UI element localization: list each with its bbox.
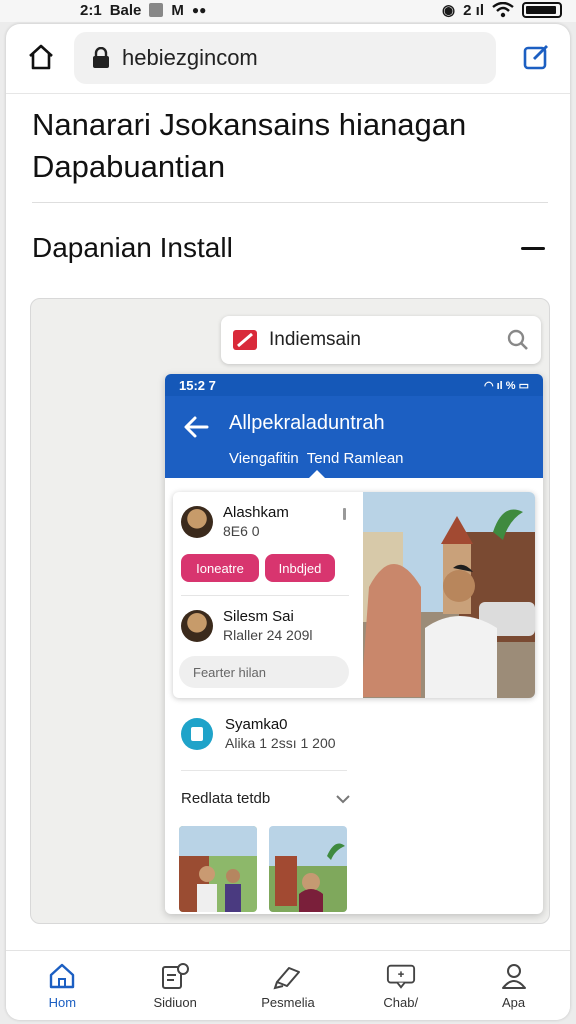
divider: [181, 595, 349, 596]
home-icon: [29, 44, 53, 70]
phone-title: Allpekraladuntrah: [229, 412, 385, 434]
back-arrow-icon[interactable]: [183, 414, 209, 440]
status-extra: M: [171, 1, 184, 19]
nav-label: Pesmelia: [261, 995, 315, 1010]
page-content: Nanarari Jsokansains hianagan Dapabuanti…: [6, 94, 570, 954]
feed-item-name: Silesm Sai: [223, 608, 294, 625]
minus-icon: [521, 246, 545, 250]
screen: 2:1 Bale M ●● ◉ 2 ıl hebiezgincom Nanara…: [0, 0, 576, 1024]
brand-logo-icon: [233, 330, 257, 350]
list-item-name: Syamka0: [225, 716, 288, 733]
search-icon[interactable]: [507, 329, 529, 351]
more-icon[interactable]: [343, 508, 346, 520]
address-bar: hebiezgincom: [6, 24, 570, 94]
status-carrier: Bale: [109, 1, 142, 19]
nav-label: Apa: [502, 995, 526, 1010]
feed-card-details: Alashkam 8E6 0 Ioneatre Inbdjed Silesm S…: [173, 492, 353, 698]
phone-app-header: Allpekraladuntrah Viengafitin Tend Ramle…: [165, 396, 543, 478]
nav-label: Hom: [48, 995, 77, 1010]
phone-status-icons: ◠ ıl % ▭: [483, 379, 529, 392]
nav-pesmelia[interactable]: Pesmelia: [243, 961, 333, 1010]
feed-item-1[interactable]: Alashkam 8E6 0: [181, 504, 289, 539]
avatar: [181, 609, 213, 642]
edit-icon: [523, 45, 548, 70]
comment-input[interactable]: Fearter hilan: [179, 656, 349, 688]
phone-tab-1[interactable]: Viengafitin: [229, 450, 299, 467]
notification-icon: [149, 3, 164, 17]
nav-sidiuon[interactable]: Sidiuon: [130, 961, 220, 1010]
tag-icon: [273, 961, 303, 991]
nav-apa[interactable]: Apa: [469, 961, 559, 1010]
feed-card: Alashkam 8E6 0 Ioneatre Inbdjed Silesm S…: [173, 492, 535, 698]
chat-icon: [386, 961, 416, 991]
status-left: 2:1 Bale M ●●: [80, 0, 206, 20]
status-bar: 2:1 Bale M ●● ◉ 2 ıl: [0, 0, 576, 22]
avatar: [181, 505, 213, 538]
thumbnail[interactable]: [269, 826, 347, 912]
phone-tab-2[interactable]: Tend Ramlean: [307, 450, 404, 467]
nav-label: Chab/: [383, 995, 419, 1010]
feed-item-name: Alashkam: [223, 504, 289, 521]
feed-item-2[interactable]: Silesm Sai Rlaller 24 209l: [181, 608, 313, 643]
chevron-down-icon[interactable]: [335, 794, 351, 804]
preview-search-text: Indiemsain: [269, 329, 361, 350]
phone-status-bar: 15:2 7 ◠ ıl % ▭: [165, 374, 543, 396]
nav-chab[interactable]: Chab/: [356, 961, 446, 1010]
url-text: hebiezgincom: [122, 45, 258, 70]
dots-icon: ●●: [191, 3, 207, 17]
photo-image: [363, 492, 535, 698]
feed-photo[interactable]: [363, 492, 535, 698]
preview-search-card[interactable]: Indiemsain: [221, 316, 541, 364]
feed-item-text: Alashkam 8E6 0: [223, 504, 289, 539]
browser-window: hebiezgincom Nanarari Jsokansains hianag…: [6, 24, 570, 1020]
divider: [32, 202, 548, 203]
url-field[interactable]: hebiezgincom: [74, 32, 496, 84]
list-item-text: Syamka0 Alika 1 2ssı 1 200: [225, 716, 336, 751]
feed-item-sub: Rlaller 24 209l: [223, 627, 313, 643]
app-icon: [181, 717, 213, 750]
recent-section-header[interactable]: Redlata tetdb: [181, 790, 351, 807]
action-button-2[interactable]: Inbdjed: [265, 554, 335, 582]
section-title: Dapanian Install: [32, 232, 233, 263]
action-button-1[interactable]: Ioneatre: [181, 554, 259, 582]
thumbnail-row: [179, 826, 347, 912]
status-time: 2:1: [80, 1, 102, 19]
phone-tabs: Viengafitin Tend Ramlean: [229, 450, 404, 467]
profile-icon: [499, 961, 529, 991]
nav-home[interactable]: Hom: [17, 961, 107, 1010]
lock-icon: [93, 47, 109, 68]
feed-item-sub: 8E6 0: [223, 523, 260, 539]
location-icon: ◉: [442, 2, 456, 19]
notes-icon: [160, 961, 190, 991]
thumbnail[interactable]: [179, 826, 257, 912]
recent-label: Redlata tetdb: [181, 790, 271, 807]
tab-indicator: [309, 470, 325, 478]
list-item-sub: Alika 1 2ssı 1 200: [225, 735, 336, 751]
signal-text: 2 ıl: [463, 1, 484, 19]
phone-time: 15:2 7: [179, 377, 216, 393]
battery-icon: [522, 2, 562, 18]
list-item[interactable]: Syamka0 Alika 1 2ssı 1 200: [181, 716, 336, 751]
home-icon: [47, 961, 77, 991]
wifi-icon: [492, 2, 514, 18]
edit-button[interactable]: [520, 41, 552, 73]
page-title: Nanarari Jsokansains hianagan Dapabuanti…: [32, 107, 467, 184]
thumbnail-image: [179, 826, 257, 912]
nav-label: Sidiuon: [153, 995, 197, 1010]
collapse-button[interactable]: [518, 233, 548, 263]
status-right: ◉ 2 ıl: [442, 0, 562, 20]
divider: [181, 770, 347, 771]
section-header[interactable]: Dapanian Install: [32, 228, 548, 268]
feed-item-text: Silesm Sai Rlaller 24 209l: [223, 608, 313, 643]
app-preview: Indiemsain 15:2 7 ◠ ıl % ▭ Allpekraladun…: [30, 298, 550, 924]
thumbnail-image: [269, 826, 347, 912]
bottom-navigation: Hom Sidiuon Pesmelia Chab/ Apa: [6, 950, 570, 1020]
phone-mockup: 15:2 7 ◠ ıl % ▭ Allpekraladuntrah Vienga…: [165, 374, 543, 914]
home-button[interactable]: [24, 40, 58, 74]
